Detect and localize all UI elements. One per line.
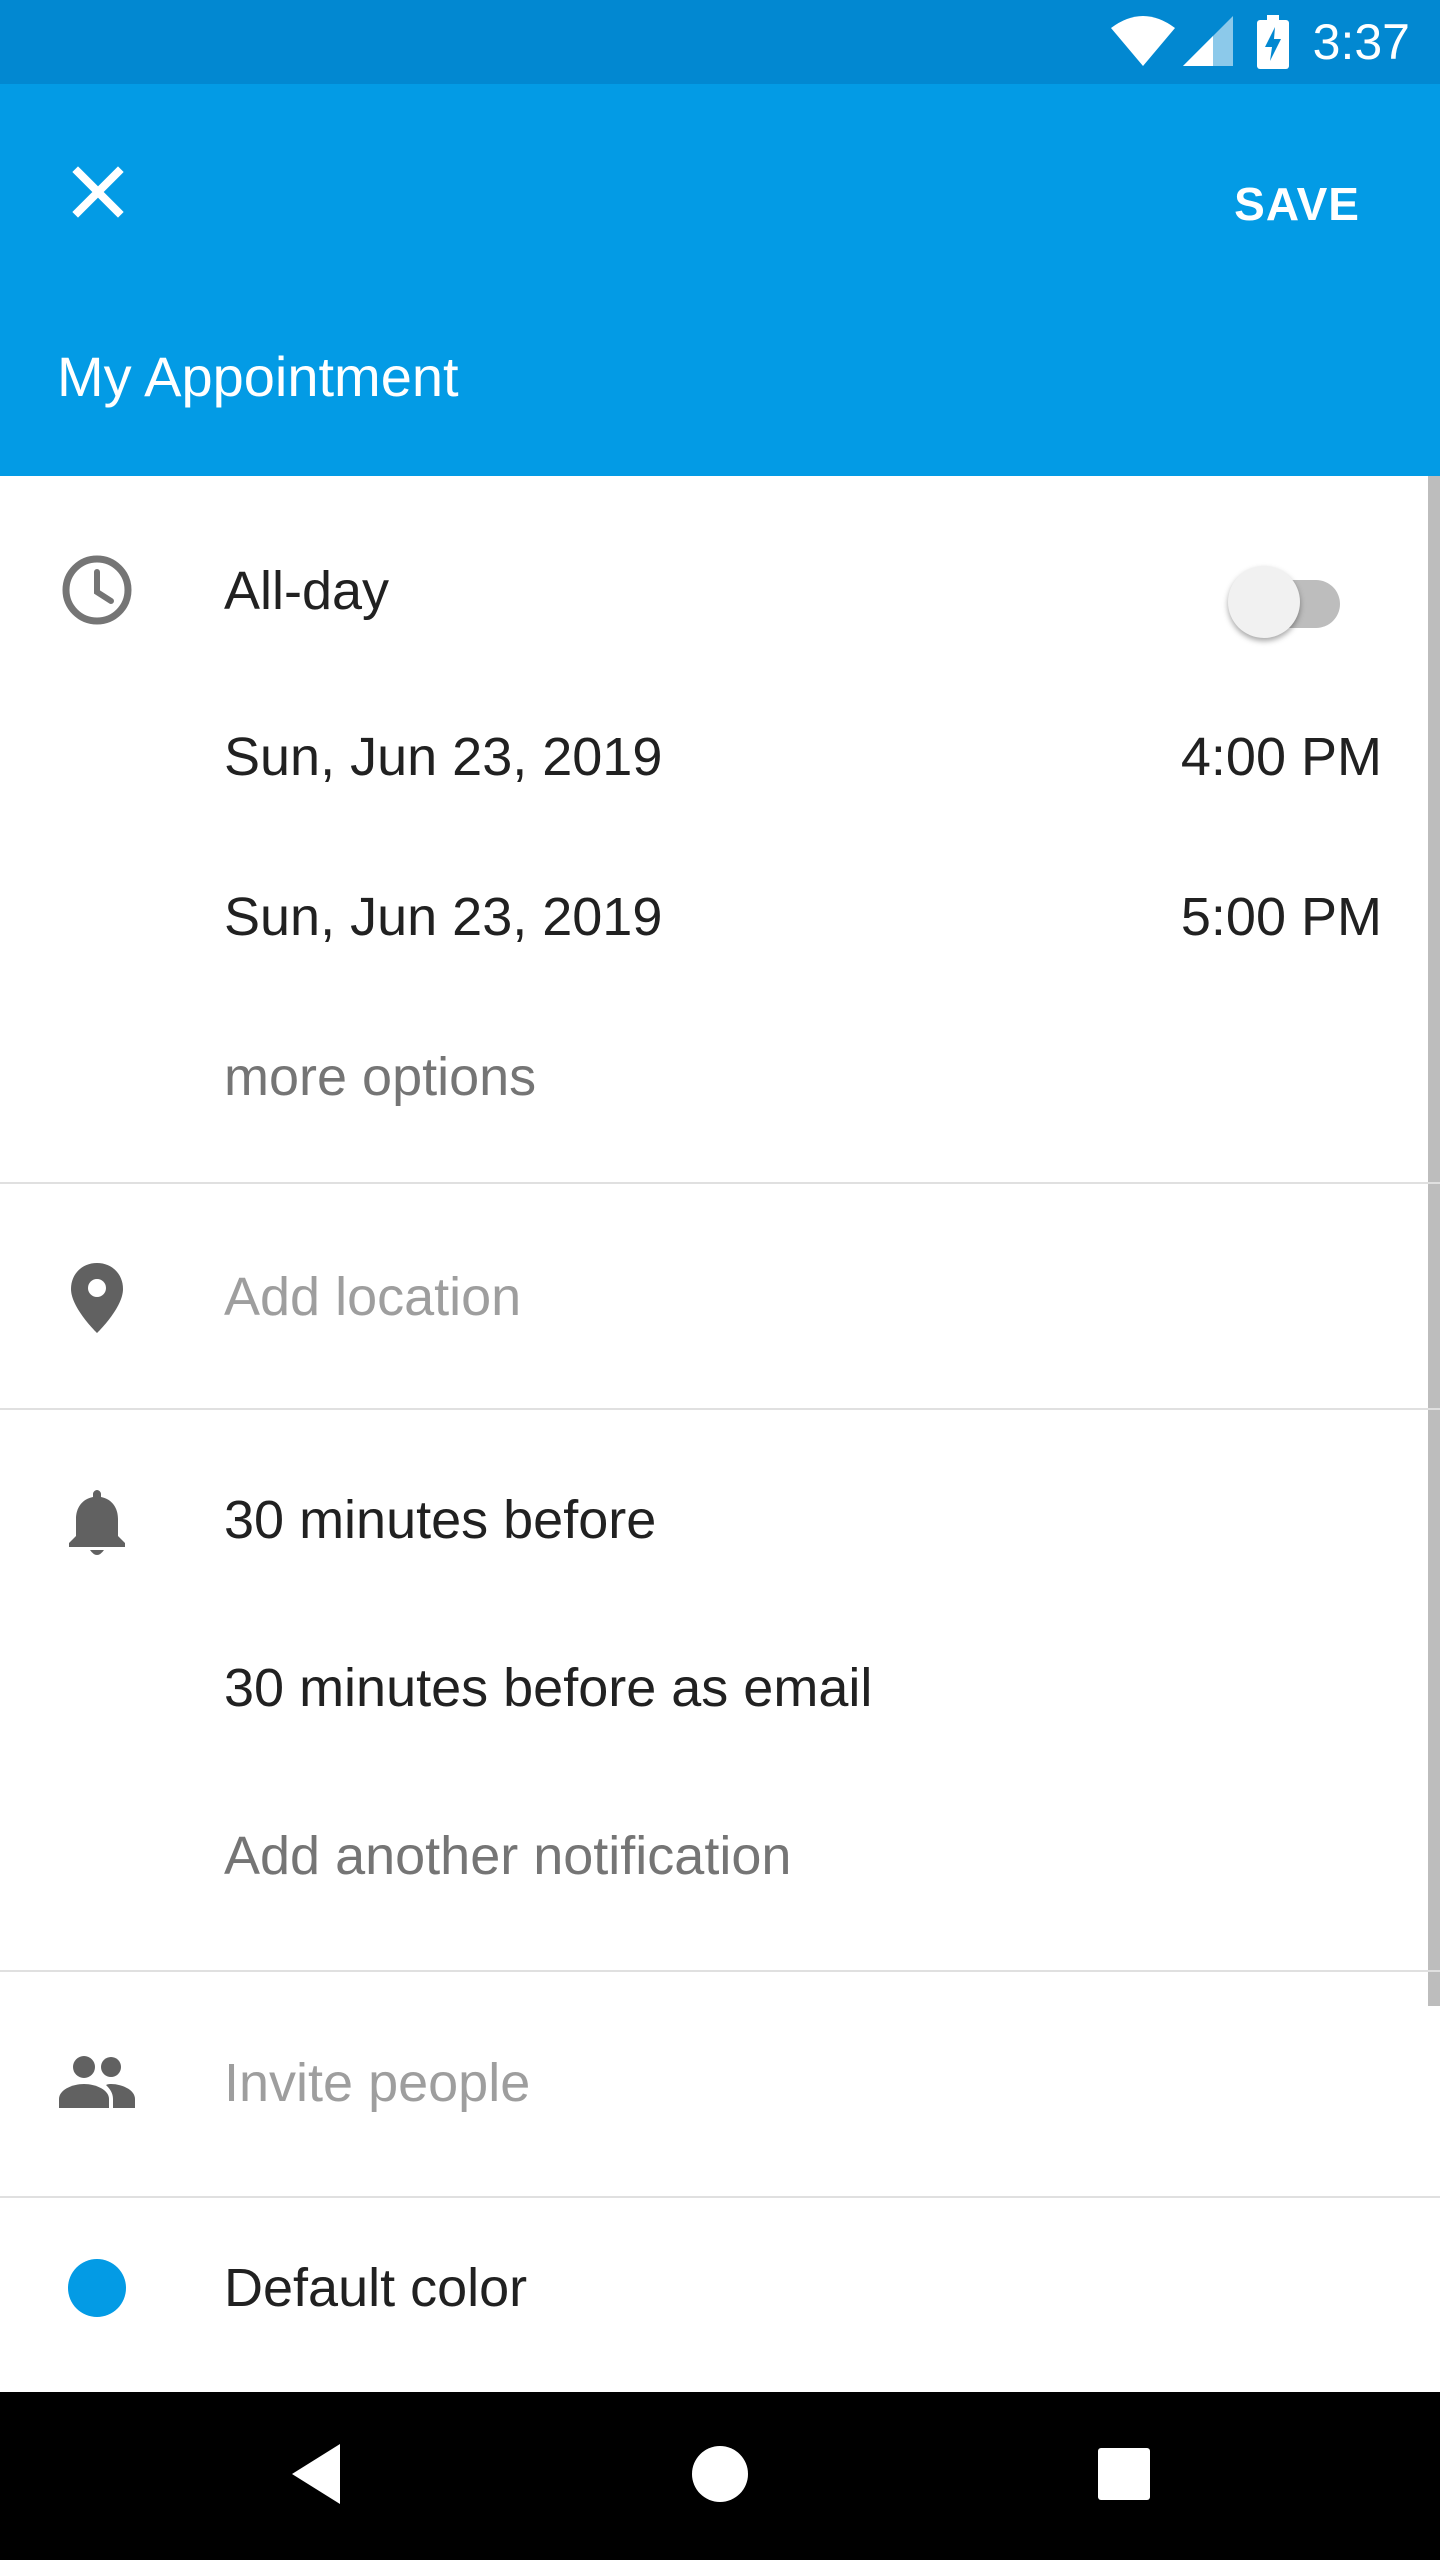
notification-item[interactable]: 30 minutes before [224, 1485, 656, 1555]
start-time[interactable]: 4:00 PM [1181, 722, 1382, 792]
event-title-input[interactable]: My Appointment [57, 344, 459, 409]
recents-icon [1097, 2447, 1151, 2506]
all-day-row[interactable]: All-day [0, 476, 1440, 676]
divider [0, 1408, 1440, 1410]
status-icons: 3:37 [1110, 0, 1410, 84]
home-icon [691, 2445, 749, 2508]
home-button[interactable] [670, 2426, 770, 2526]
event-form[interactable]: All-day Sun, Jun 23, 2019 4:00 PM Sun, J… [0, 476, 1440, 2392]
status-time: 3:37 [1312, 14, 1410, 70]
bell-icon [57, 1482, 137, 1562]
recents-button[interactable] [1074, 2426, 1174, 2526]
end-time[interactable]: 5:00 PM [1181, 882, 1382, 952]
all-day-toggle[interactable] [1228, 556, 1348, 638]
end-date[interactable]: Sun, Jun 23, 2019 [224, 882, 662, 952]
location-pin-icon [57, 1258, 137, 1338]
invite-people-row[interactable]: Invite people [0, 1972, 1440, 2196]
start-date[interactable]: Sun, Jun 23, 2019 [224, 722, 662, 792]
close-icon [72, 165, 124, 223]
back-icon [288, 2442, 344, 2511]
navigation-bar [0, 2392, 1440, 2560]
all-day-label: All-day [224, 561, 390, 621]
notification-item[interactable]: 30 minutes before as email [224, 1653, 872, 1723]
color-row[interactable]: Default color [0, 2198, 1440, 2392]
color-dot [68, 2259, 126, 2317]
add-notification-link[interactable]: Add another notification [224, 1821, 791, 1891]
back-button[interactable] [266, 2426, 366, 2526]
battery-charging-icon [1256, 15, 1289, 69]
close-button[interactable] [48, 144, 148, 244]
signal-icon [1182, 16, 1233, 68]
clock-icon [57, 550, 137, 630]
invite-people-input[interactable]: Invite people [224, 2048, 530, 2118]
color-label: Default color [224, 2258, 528, 2318]
app-bar: SAVE My Appointment [0, 84, 1440, 476]
status-bar: 3:37 [0, 0, 1440, 84]
more-options-link[interactable]: more options [224, 1042, 536, 1112]
wifi-icon [1110, 16, 1175, 68]
save-button[interactable]: SAVE [1234, 154, 1360, 254]
toggle-thumb [1228, 566, 1300, 638]
color-swatch [57, 2248, 137, 2328]
location-input[interactable]: Add location [224, 1262, 521, 1332]
people-icon [57, 2042, 137, 2122]
location-row[interactable]: Add location [0, 1184, 1440, 1408]
